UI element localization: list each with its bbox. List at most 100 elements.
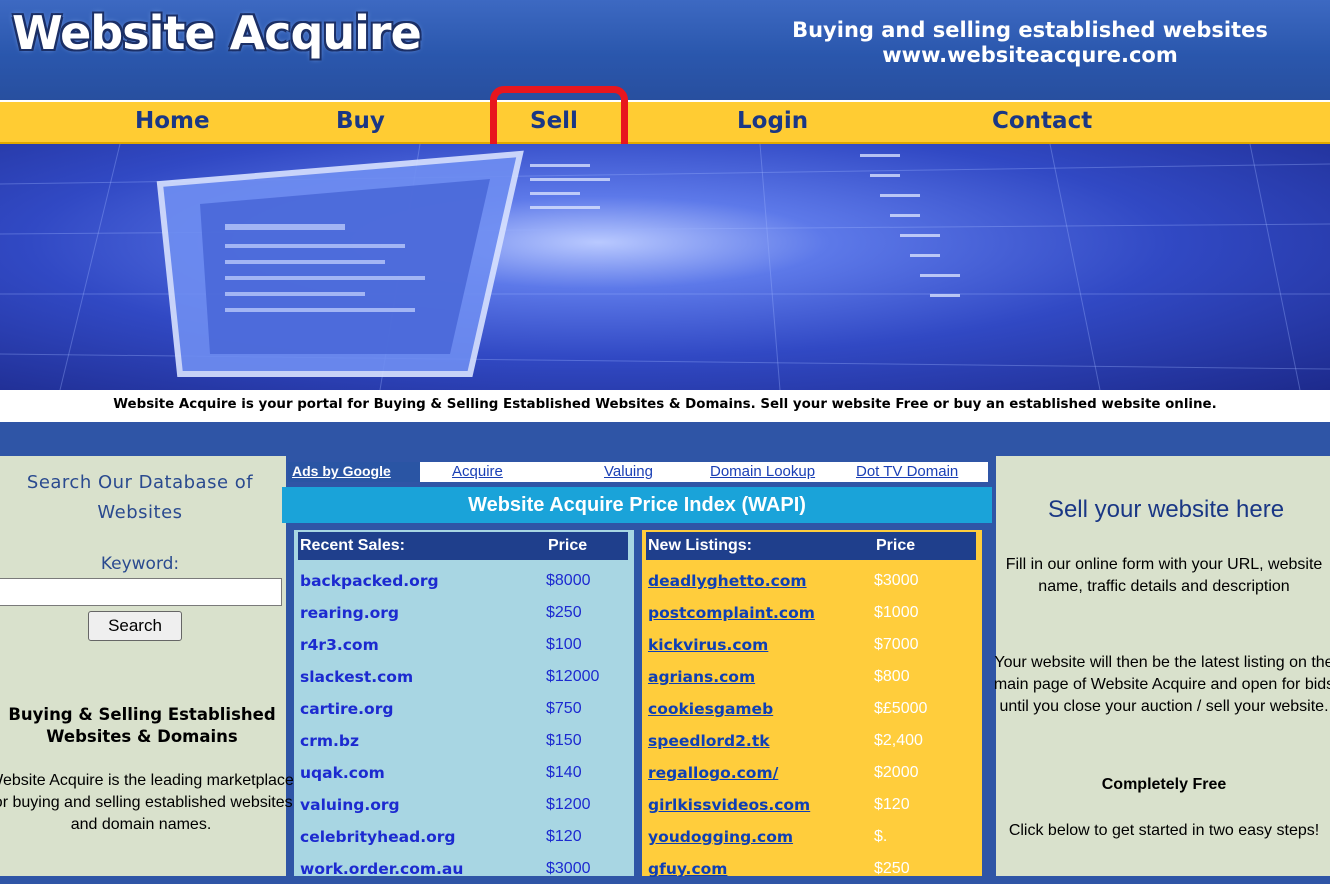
listing-price: $800 [874,668,910,685]
sale-price: $150 [546,732,582,749]
sell-details: Your website will then be the latest lis… [993,654,1330,715]
sale-row: uqak.com $140 [300,758,630,788]
sale-row: slackest.com $12000 [300,662,630,692]
sale-domain: valuing.org [300,796,400,814]
listings-header-price: Price [876,537,916,554]
sale-row: work.order.com.au $3000 [300,854,630,884]
sale-domain: celebrityhead.org [300,828,456,846]
sale-price: $8000 [546,572,591,589]
listing-domain[interactable]: girlkissvideos.com [648,790,810,820]
sale-price: $250 [546,604,582,621]
listing-price: $2,400 [874,732,923,749]
main-nav: Home Buy Sell Login Contact [0,100,1330,144]
listing-row: girlkissvideos.com $120 [648,790,978,820]
ads-bar: Ads by Google Acquire Valuing Domain Loo… [288,462,988,482]
left-heading: Buying & Selling Established Websites & … [8,705,276,746]
wapi-title: Website Acquire Price Index (WAPI) [282,487,992,523]
listing-price: $. [874,828,888,845]
sell-title: Sell your website here [1047,496,1285,523]
sale-row: backpacked.org $8000 [300,566,630,596]
sell-instructions: Fill in our online form with your URL, w… [1005,556,1323,595]
nav-sell[interactable]: Sell [530,108,578,134]
nav-buy[interactable]: Buy [336,108,385,134]
new-listings-table: New Listings: Price deadlyghetto.com $300… [642,530,982,878]
listing-price: $3000 [874,572,919,589]
listing-domain[interactable]: kickvirus.com [648,630,768,660]
listing-row: regallogo.com/ $2000 [648,758,978,788]
site-strapline: Website Acquire is your portal for Buyin… [0,390,1330,422]
listing-price: $120 [874,796,910,813]
tagline-text: Buying and selling established websites [792,18,1268,42]
sale-domain: r4r3.com [300,636,379,654]
ad-link-domain-lookup[interactable]: Domain Lookup [710,463,815,480]
listing-row: cookiesgameb $£5000 [648,694,978,724]
listing-row: speedlord2.tk $2,400 [648,726,978,756]
sale-price: $140 [546,764,582,781]
sale-domain: crm.bz [300,732,359,750]
listing-domain[interactable]: gfuy.com [648,854,727,884]
listing-price: $£5000 [874,700,928,717]
ad-link-dot-tv-domain[interactable]: Dot TV Domain [856,463,958,480]
sale-price: $3000 [546,860,591,877]
listings-header: New Listings: Price [646,532,976,560]
listing-domain[interactable]: youdogging.com [648,822,793,852]
listing-row: deadlyghetto.com $3000 [648,566,978,596]
site-url: www.websiteacqure.com [882,43,1178,67]
left-description: Website Acquire is the leading marketpla… [0,772,294,833]
site-header: Website Acquire Buying and selling estab… [0,0,1330,100]
listing-domain[interactable]: speedlord2.tk [648,726,770,756]
ads-by-google-link[interactable]: Ads by Google [288,462,420,482]
listing-row: kickvirus.com $7000 [648,630,978,660]
header-tagline: Buying and selling established websites … [770,18,1290,68]
sale-domain: slackest.com [300,668,414,686]
sale-price: $100 [546,636,582,653]
listings-header-name: New Listings: [648,537,753,554]
listing-domain[interactable]: cookiesgameb [648,694,773,724]
sale-row: celebrityhead.org $120 [300,822,630,852]
sale-row: r4r3.com $100 [300,630,630,660]
listing-row: youdogging.com $. [648,822,978,852]
nav-login[interactable]: Login [737,108,808,134]
sale-domain: cartire.org [300,700,394,718]
site-logo[interactable]: Website Acquire [12,6,422,60]
banner-graphic [0,144,1330,390]
sale-row: crm.bz $150 [300,726,630,756]
listing-price: $7000 [874,636,919,653]
sale-domain: work.order.com.au [300,860,464,878]
listing-domain[interactable]: deadlyghetto.com [648,566,807,596]
completely-free-label: Completely Free [1101,776,1227,793]
recent-sales-table: Recent Sales: Price backpacked.org $8000 r… [294,530,634,878]
search-title: Search Our Database of Websites [26,472,254,523]
sell-panel: Sell your website here Fill in our onlin… [994,456,1330,876]
ad-link-acquire[interactable]: Acquire [452,463,503,480]
sale-row: valuing.org $1200 [300,790,630,820]
sales-header-price: Price [548,537,588,554]
sale-price: $1200 [546,796,591,813]
listing-domain[interactable]: agrians.com [648,662,755,692]
search-panel: Search Our Database of Websites Keyword:… [0,456,294,876]
sale-row: cartire.org $750 [300,694,630,724]
listing-domain[interactable]: postcomplaint.com [648,598,815,628]
listing-price: $250 [874,860,910,877]
sale-price: $120 [546,828,582,845]
nav-contact[interactable]: Contact [992,108,1092,134]
sales-header: Recent Sales: Price [298,532,628,560]
nav-home[interactable]: Home [135,108,210,134]
sale-row: rearing.org $250 [300,598,630,628]
listing-row: gfuy.com $250 [648,854,978,884]
keyword-input[interactable] [0,578,282,606]
listing-row: postcomplaint.com $1000 [648,598,978,628]
search-button[interactable]: Search [88,611,182,641]
listing-row: agrians.com $800 [648,662,978,692]
sale-price: $12000 [546,668,600,685]
sale-price: $750 [546,700,582,717]
sale-domain: backpacked.org [300,572,439,590]
get-started-text: Click below to get started in two easy s… [1008,822,1320,839]
ad-link-valuing[interactable]: Valuing [604,463,653,480]
sale-domain: rearing.org [300,604,399,622]
keyword-label: Keyword: [100,554,180,574]
sales-header-name: Recent Sales: [300,537,405,554]
listing-price: $1000 [874,604,919,621]
listing-domain[interactable]: regallogo.com/ [648,758,778,788]
listing-price: $2000 [874,764,919,781]
